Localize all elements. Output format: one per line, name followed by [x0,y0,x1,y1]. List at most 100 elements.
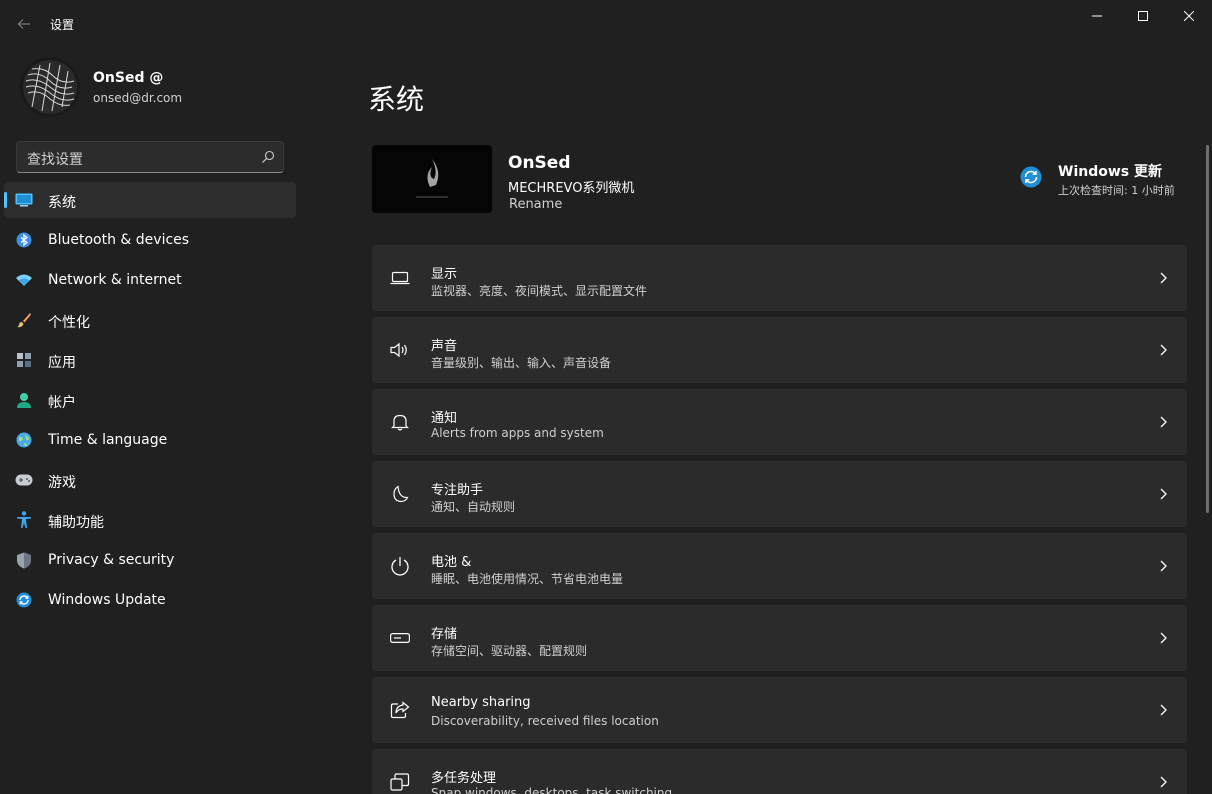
sidebar-item-privacy[interactable]: Privacy & security [4,542,296,578]
bell-icon [390,412,410,432]
profile-email: onsed@dr.com [93,91,183,105]
avatar [20,57,80,117]
setting-subtitle: Snap windows, desktops, task switching [431,786,673,794]
sidebar-nav: 系统 Bluetooth & devices Network & interne… [4,182,296,622]
update-icon [1020,166,1042,188]
apps-icon [15,351,33,369]
close-icon [1184,11,1194,21]
device-model: MECHREVO系列微机 [508,181,635,196]
bluetooth-icon [15,231,33,249]
power-icon [390,556,410,576]
close-button[interactable] [1166,0,1212,32]
shield-icon [15,551,33,569]
page-title: 系统 [368,83,425,116]
update-last-checked: 上次检查时间: 1 小时前 [1058,184,1175,197]
windows-update-status[interactable]: Windows 更新 上次检查时间: 1 小时前 [1020,160,1200,200]
setting-sound[interactable]: 声音 音量级别、输出、输入、声音设备 [372,317,1187,383]
sidebar-item-bluetooth[interactable]: Bluetooth & devices [4,222,296,258]
sidebar-item-accessibility[interactable]: 辅助功能 [4,502,296,538]
setting-title: 存储 [431,627,458,642]
sidebar-item-windows-update[interactable]: Windows Update [4,582,296,618]
share-icon [390,700,410,720]
maximize-button[interactable] [1120,0,1166,32]
setting-title: 显示 [431,267,458,282]
chevron-right-icon [1160,344,1167,356]
sidebar-item-label: 应用 [48,355,76,371]
sidebar-item-network[interactable]: Network & internet [4,262,296,298]
setting-subtitle: 存储空间、驱动器、配置规则 [431,644,588,658]
sidebar-item-label: 个性化 [48,315,90,331]
setting-subtitle: 音量级别、输出、输入、声音设备 [431,356,612,370]
scrollbar[interactable] [1206,145,1209,513]
setting-multitasking[interactable]: 多任务处理 Snap windows, desktops, task switc… [372,749,1187,794]
back-button[interactable] [12,12,36,36]
device-info: OnSed MECHREVO系列微机 Rename [372,145,872,215]
update-icon [15,591,33,609]
globe-icon [15,431,33,449]
display-icon [390,268,410,288]
storage-icon [390,628,410,648]
setting-title: 多任务处理 [431,771,497,786]
chevron-right-icon [1160,416,1167,428]
setting-nearby-sharing[interactable]: Nearby sharing Discoverability, received… [372,677,1187,743]
sidebar-item-label: 系统 [48,195,76,211]
setting-subtitle: 睡眠、电池使用情况、节省电池电量 [431,572,624,586]
setting-title: 专注助手 [431,483,484,498]
wifi-icon [15,271,33,289]
setting-power-battery[interactable]: 电池 & 睡眠、电池使用情况、节省电池电量 [372,533,1187,599]
minimize-button[interactable] [1074,0,1120,32]
setting-subtitle: 通知、自动规则 [431,500,516,514]
sidebar-item-label: Bluetooth & devices [48,232,190,248]
device-name: OnSed [508,153,571,173]
maximize-icon [1138,11,1148,21]
sidebar-item-label: Time & language [48,432,168,448]
person-icon [15,391,33,409]
setting-display[interactable]: 显示 监视器、亮度、夜间模式、显示配置文件 [372,245,1187,311]
moon-icon [390,484,410,504]
setting-title: 声音 [431,339,458,354]
search-input[interactable]: 查找设置 [16,141,284,173]
setting-title: Nearby sharing [431,695,531,710]
sidebar-item-personalization[interactable]: 个性化 [4,302,296,338]
chevron-right-icon [1160,560,1167,572]
setting-notifications[interactable]: 通知 Alerts from apps and system [372,389,1187,455]
chevron-right-icon [1160,488,1167,500]
sidebar-item-gaming[interactable]: 游戏 [4,462,296,498]
setting-subtitle: Alerts from apps and system [431,426,604,440]
setting-title: 通知 [431,411,458,426]
search-placeholder: 查找设置 [27,152,83,168]
gamepad-icon [15,471,33,489]
setting-storage[interactable]: 存储 存储空间、驱动器、配置规则 [372,605,1187,671]
brush-icon [15,311,33,329]
sidebar-item-accounts[interactable]: 帐户 [4,382,296,418]
speaker-icon [390,340,410,360]
settings-window: 设置 OnSed @ onsed@dr.com 查找设置 系统 Bluetoot… [0,0,1212,794]
accessibility-icon [15,511,33,529]
title-bar: 设置 [0,0,1212,48]
app-title: 设置 [50,18,75,32]
sidebar-item-label: Network & internet [48,272,182,288]
rename-link[interactable]: Rename [509,197,562,212]
sidebar-item-label: 辅助功能 [48,515,104,531]
sidebar-item-label: Windows Update [48,592,166,608]
search-icon [262,150,275,163]
device-thumbnail [372,145,492,213]
profile-name: OnSed @ [93,70,164,86]
sidebar-item-time-language[interactable]: Time & language [4,422,296,458]
setting-focus-assist[interactable]: 专注助手 通知、自动规则 [372,461,1187,527]
chevron-right-icon [1160,776,1167,788]
back-arrow-icon [17,19,30,29]
chevron-right-icon [1160,704,1167,716]
system-settings-list: 显示 监视器、亮度、夜间模式、显示配置文件 声音 音量级别、输出、输入、声音设备… [372,245,1187,794]
minimize-icon [1092,15,1102,17]
multitask-icon [390,772,410,792]
chevron-right-icon [1160,272,1167,284]
monitor-icon [15,191,33,209]
sidebar-item-apps[interactable]: 应用 [4,342,296,378]
update-title: Windows 更新 [1058,164,1162,180]
sidebar-item-system[interactable]: 系统 [4,182,296,218]
sidebar-item-label: 游戏 [48,475,76,491]
user-profile[interactable]: OnSed @ onsed@dr.com [20,57,320,119]
sidebar-item-label: 帐户 [48,395,76,411]
setting-subtitle: 监视器、亮度、夜间模式、显示配置文件 [431,284,648,298]
